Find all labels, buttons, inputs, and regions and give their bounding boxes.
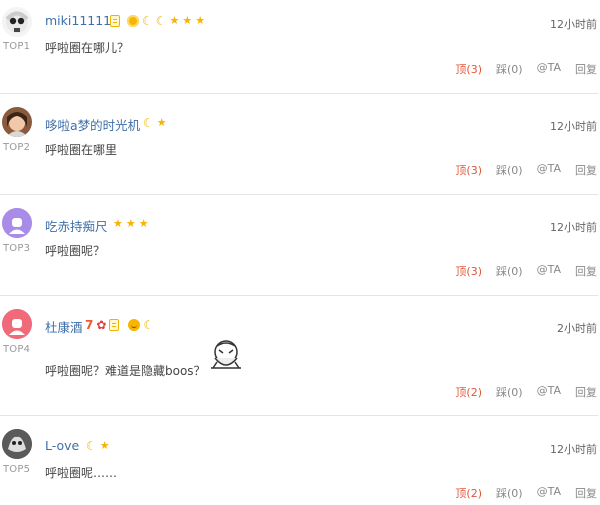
star-icon: ★ [125, 217, 136, 230]
mention-button[interactable]: @TA [537, 162, 561, 178]
reply-button[interactable]: 回复 [575, 485, 597, 501]
star-icon: ★ [182, 14, 193, 27]
avatar[interactable] [2, 429, 32, 459]
comment-item: TOP4 杜康酒 7 ✿ ☾ 2小时前 呼啦圈呢？难道是隐藏boos？ 顶(2)… [0, 296, 600, 415]
mention-button[interactable]: @TA [537, 61, 561, 77]
star-icon: ★ [169, 14, 180, 27]
mention-button[interactable]: @TA [537, 384, 561, 400]
timestamp: 12小时前 [550, 18, 597, 31]
emoji-sticker-icon [205, 338, 247, 378]
username-link[interactable]: 哆啦a梦的时光机 [45, 115, 140, 134]
comment-item: TOP5 L-ove ☾ ★ 12小时前 呼啦圈呢…… 顶(2) 踩(0) @T… [0, 416, 600, 505]
upvote-button[interactable]: 顶(2) [455, 485, 482, 501]
reply-button[interactable]: 回复 [575, 263, 597, 279]
star-icon: ★ [156, 116, 167, 129]
comment-item: TOP3 吃赤持痴尺 ★ ★ ★ 12小时前 呼啦圈呢？ 顶(3) 踩(0) @… [0, 195, 600, 295]
downvote-button[interactable]: 踩(0) [496, 61, 523, 77]
timestamp: 2小时前 [557, 322, 597, 335]
reply-button[interactable]: 回复 [575, 61, 597, 77]
user-badges: 7 ✿ ☾ [85, 319, 154, 331]
avatar[interactable] [2, 107, 32, 137]
comment-actions: 顶(3) 踩(0) @TA 回复 [455, 162, 597, 178]
upvote-button[interactable]: 顶(3) [455, 61, 482, 77]
moon-icon: ☾ [143, 318, 155, 332]
timestamp: 12小时前 [550, 221, 597, 234]
reply-button[interactable]: 回复 [575, 384, 597, 400]
comment-text: 呼啦圈呢？难道是隐藏boos？ [45, 364, 206, 378]
downvote-button[interactable]: 踩(0) [496, 162, 523, 178]
upvote-button[interactable]: 顶(2) [455, 384, 482, 400]
mention-button[interactable]: @TA [537, 485, 561, 501]
flower-badge-icon: ✿ [96, 318, 107, 332]
comment-actions: 顶(3) 踩(0) @TA 回复 [455, 263, 597, 279]
rank-label: TOP3 [3, 243, 31, 254]
sun-badge-icon [127, 15, 139, 27]
avatar[interactable] [2, 7, 32, 37]
moon-icon: ☾ [143, 116, 154, 130]
star-icon: ★ [113, 217, 123, 230]
face-badge-icon [128, 319, 141, 331]
user-badges: ☾ ★ [86, 439, 110, 453]
reply-button[interactable]: 回复 [575, 162, 597, 178]
comment-item: TOP2 哆啦a梦的时光机 ☾ ★ 12小时前 呼啦圈在哪里 顶(3) 踩(0)… [0, 94, 600, 194]
doc-badge-icon [110, 15, 120, 27]
rank-label: TOP2 [3, 142, 31, 153]
mention-button[interactable]: @TA [537, 263, 561, 279]
doc-badge-icon [109, 319, 120, 331]
comment-actions: 顶(3) 踩(0) @TA 回复 [455, 61, 597, 77]
rank-label: TOP5 [3, 464, 31, 475]
comment-text: 呼啦圈在哪里 [45, 143, 118, 157]
star-icon: ★ [99, 439, 110, 452]
star-icon: ★ [138, 217, 149, 230]
timestamp: 12小时前 [550, 443, 597, 456]
upvote-button[interactable]: 顶(3) [455, 162, 482, 178]
moon-icon: ☾ [155, 14, 167, 28]
seven-badge-icon: 7 [85, 318, 94, 332]
star-icon: ★ [195, 14, 206, 27]
moon-icon: ☾ [86, 439, 97, 453]
moon-icon: ☾ [142, 14, 153, 28]
avatar[interactable] [2, 309, 32, 339]
comment-actions: 顶(2) 踩(0) @TA 回复 [455, 384, 597, 400]
user-badges: ☾ ☾ ★ ★ ★ [110, 15, 205, 27]
downvote-button[interactable]: 踩(0) [496, 485, 523, 501]
comment-item: TOP1 miki11111 ☾ ☾ ★ ★ ★ 12小时前 呼啦圈在哪儿？ 顶… [0, 0, 600, 93]
comment-text: 呼啦圈呢？ [45, 244, 106, 258]
comment-actions: 顶(2) 踩(0) @TA 回复 [455, 485, 597, 501]
username-link[interactable]: L-ove [45, 438, 79, 453]
rank-label: TOP1 [3, 41, 31, 52]
username-link[interactable]: miki11111 [45, 13, 111, 28]
upvote-button[interactable]: 顶(3) [455, 263, 482, 279]
downvote-button[interactable]: 踩(0) [496, 263, 523, 279]
comment-text: 呼啦圈在哪儿？ [45, 41, 130, 55]
comment-text: 呼啦圈呢…… [45, 466, 118, 480]
avatar[interactable] [2, 208, 32, 238]
username-link[interactable]: 杜康酒 [45, 317, 83, 336]
user-badges: ☾ ★ [143, 116, 167, 130]
username-link[interactable]: 吃赤持痴尺 [45, 216, 108, 235]
downvote-button[interactable]: 踩(0) [496, 384, 523, 400]
user-badges: ★ ★ ★ [113, 218, 149, 230]
timestamp: 12小时前 [550, 120, 597, 133]
rank-label: TOP4 [3, 344, 31, 355]
